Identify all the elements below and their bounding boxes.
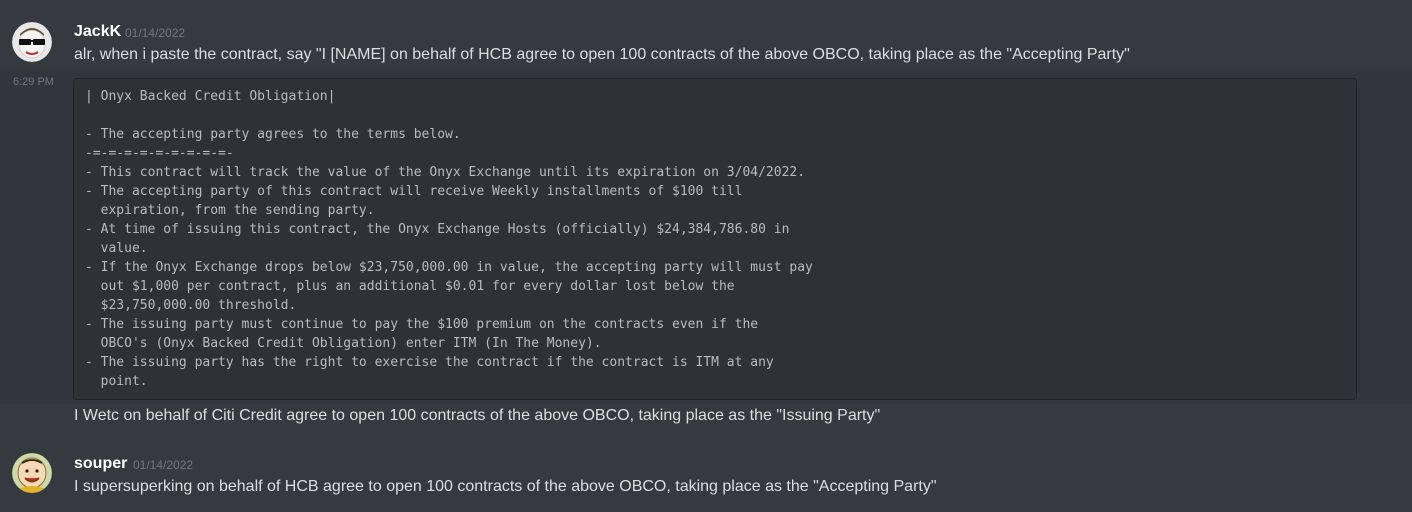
code-line: - The accepting party agrees to the term…: [85, 127, 461, 142]
code-line: out $1,000 per contract, plus an additio…: [85, 279, 735, 294]
code-line: $23,750,000.00 threshold.: [85, 298, 297, 313]
code-line: point.: [85, 374, 148, 389]
code-line: value.: [85, 241, 148, 256]
jackk-avatar-icon[interactable]: [12, 22, 52, 62]
code-line: OBCO's (Onyx Backed Credit Obligation) e…: [85, 336, 602, 351]
code-line: - At time of issuing this contract, the …: [85, 222, 790, 237]
message-text: I Wetc on behalf of Citi Credit agree to…: [74, 407, 881, 424]
code-line: expiration, from the sending party.: [85, 203, 375, 218]
code-line: - This contract will track the value of …: [85, 165, 806, 180]
souper-avatar-icon[interactable]: [12, 453, 52, 493]
message-text: alr, when i paste the contract, say "I […: [74, 46, 1130, 63]
username-jackk[interactable]: JackK: [74, 22, 121, 42]
message-timestamp: 01/14/2022: [133, 458, 194, 472]
message-side-timestamp: 6:29 PM: [13, 76, 54, 88]
message-timestamp: 01/14/2022: [125, 26, 186, 40]
code-line: - The issuing party has the right to exe…: [85, 355, 774, 370]
code-line: | Onyx Backed Credit Obligation|: [85, 89, 336, 104]
message-text: I supersuperking on behalf of HCB agree …: [74, 478, 937, 495]
username-souper[interactable]: souper: [74, 454, 127, 474]
code-line: - The issuing party must continue to pay…: [85, 317, 759, 332]
code-line: - If the Onyx Exchange drops below $23,7…: [85, 260, 813, 275]
chat-messages: JackK 01/14/2022 alr, when i paste the c…: [0, 0, 1412, 512]
code-line: - The accepting party of this contract w…: [85, 184, 743, 199]
code-line: -=-=-=-=-=-=-=-=-=-: [85, 146, 234, 161]
code-block: | Onyx Backed Credit Obligation| - The a…: [73, 78, 1357, 400]
